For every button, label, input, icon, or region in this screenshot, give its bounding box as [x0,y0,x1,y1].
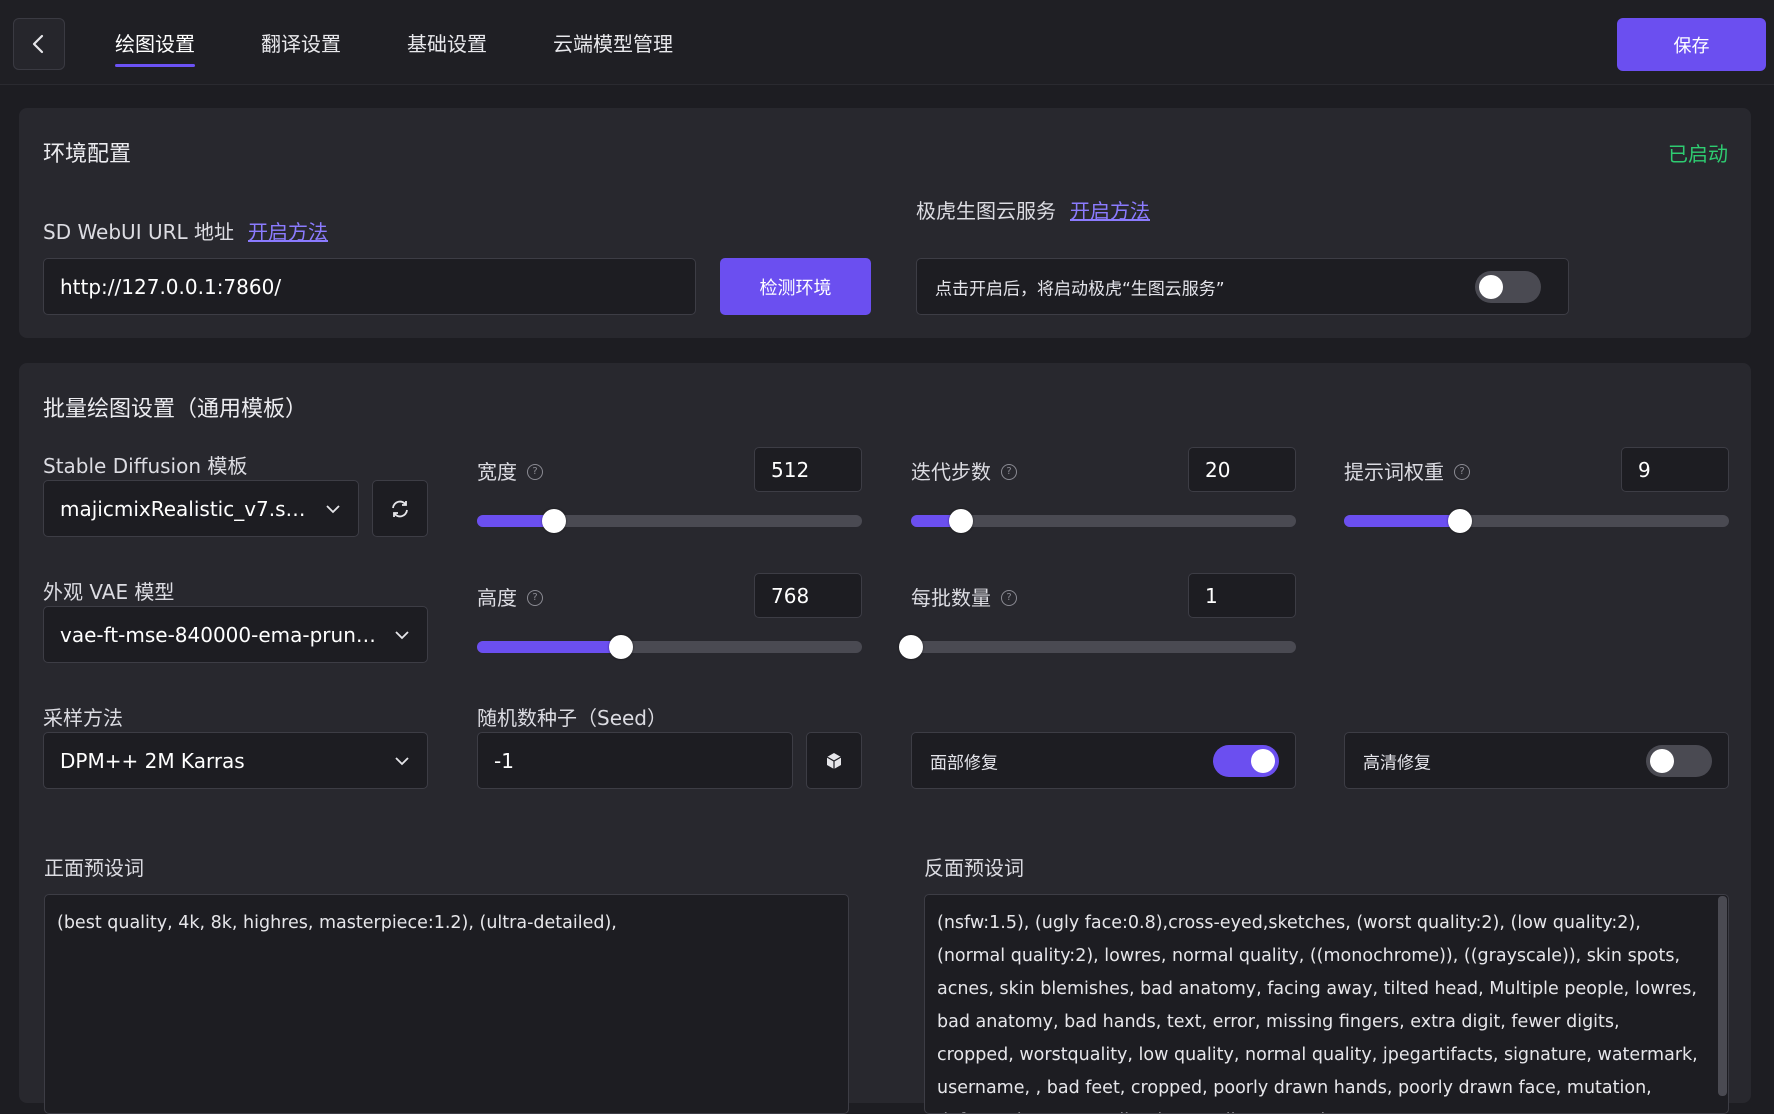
slider-thumb[interactable] [542,509,566,533]
chevron-down-icon [326,504,340,513]
cloud-service-label: 极虎生图云服务 开启方法 [916,195,1150,224]
sd-model-value: majicmixRealistic_v7.saf... [60,496,316,521]
vae-model-select[interactable]: vae-ft-mse-840000-ema-prune... [43,606,428,663]
random-seed-button[interactable] [806,732,862,789]
refresh-icon [392,500,408,517]
slider-fill [477,641,622,653]
height-label: 高度? [477,582,543,611]
cfg-slider[interactable] [1344,509,1729,533]
negative-prompt-scrollbar[interactable] [1718,896,1727,1096]
batch-settings-title: 批量绘图设置（通用模板） [43,397,308,422]
batch-count-label-text: 每批数量 [911,586,991,610]
height-input[interactable]: 768 [754,573,862,618]
face-fix-toggle[interactable] [1213,744,1279,777]
env-config-title: 环境配置 [43,142,132,167]
steps-slider[interactable] [911,509,1296,533]
sd-url-input[interactable]: http://127.0.0.1:7860/ [43,258,696,315]
dice-icon [826,752,842,769]
cloud-service-switch-text: 点击开启后，将启动极虎“生图云服务” [935,279,1225,299]
slider-fill [1344,515,1460,527]
batch-count-slider[interactable] [899,635,1296,659]
save-button[interactable]: 保存 [1617,18,1766,71]
face-fix-switch-row: 面部修复 [911,732,1296,789]
chevron-down-icon [395,756,409,765]
slider-thumb[interactable] [899,635,923,659]
positive-prompt-textarea[interactable]: (best quality, 4k, 8k, highres, masterpi… [44,894,849,1114]
width-input[interactable]: 512 [754,447,862,492]
tab-translation-settings[interactable]: 翻译设置 [261,28,341,57]
sampler-label: 采样方法 [43,706,123,730]
face-fix-label: 面部修复 [930,753,998,773]
sampler-select[interactable]: DPM++ 2M Karras [43,732,428,789]
batch-count-label: 每批数量? [911,582,1017,611]
vae-model-label: 外观 VAE 模型 [43,580,175,604]
hires-fix-toggle[interactable] [1646,744,1712,777]
steps-input[interactable]: 20 [1188,447,1296,492]
vae-model-value: vae-ft-mse-840000-ema-prune... [60,622,385,647]
cfg-label: 提示词权重? [1344,456,1470,485]
chevron-left-icon [32,34,44,54]
cloud-service-help-link[interactable]: 开启方法 [1070,199,1150,223]
cloud-service-toggle[interactable] [1475,270,1541,303]
batch-count-input[interactable]: 1 [1188,573,1296,618]
sampler-value: DPM++ 2M Karras [60,748,245,773]
width-label-text: 宽度 [477,460,517,484]
cfg-label-text: 提示词权重 [1344,460,1444,484]
hires-fix-label: 高清修复 [1363,753,1431,773]
tab-basic-settings[interactable]: 基础设置 [407,28,487,57]
help-icon[interactable]: ? [527,463,543,480]
check-env-button[interactable]: 检测环境 [720,258,871,315]
height-slider[interactable] [477,635,862,659]
steps-label-text: 迭代步数 [911,460,991,484]
height-label-text: 高度 [477,586,517,610]
sd-url-help-link[interactable]: 开启方法 [248,220,328,244]
sd-url-label-text: SD WebUI URL 地址 [43,220,234,244]
slider-thumb[interactable] [949,509,974,533]
steps-label: 迭代步数? [911,456,1017,485]
cfg-input[interactable]: 9 [1621,447,1729,492]
tab-drawing-settings[interactable]: 绘图设置 [115,28,195,67]
negative-prompt-textarea[interactable]: (nsfw:1.5), (ugly face:0.8),cross-eyed,s… [924,894,1729,1114]
seed-label: 随机数种子（Seed） [477,706,667,730]
tab-cloud-model-management[interactable]: 云端模型管理 [553,28,673,57]
sd-model-label: Stable Diffusion 模板 [43,454,248,478]
env-status-badge: 已启动 [1668,142,1728,166]
help-icon[interactable]: ? [527,589,543,606]
chevron-down-icon [395,630,409,639]
width-slider[interactable] [477,509,862,533]
back-button[interactable] [13,18,65,70]
hires-fix-switch-row: 高清修复 [1344,732,1729,789]
cloud-service-label-text: 极虎生图云服务 [916,199,1056,223]
help-icon[interactable]: ? [1454,463,1470,480]
positive-prompt-label: 正面预设词 [44,856,144,880]
top-bar: 绘图设置 翻译设置 基础设置 云端模型管理 保存 [0,0,1774,85]
help-icon[interactable]: ? [1001,589,1017,606]
refresh-models-button[interactable] [372,480,428,537]
width-label: 宽度? [477,456,543,485]
sd-model-select[interactable]: majicmixRealistic_v7.saf... [43,480,359,537]
seed-input[interactable]: -1 [477,732,793,789]
negative-prompt-label: 反面预设词 [924,856,1024,880]
cloud-service-switch-row: 点击开启后，将启动极虎“生图云服务” [916,258,1569,315]
help-icon[interactable]: ? [1001,463,1017,480]
slider-thumb[interactable] [1447,509,1472,533]
sd-url-label: SD WebUI URL 地址 开启方法 [43,216,328,245]
